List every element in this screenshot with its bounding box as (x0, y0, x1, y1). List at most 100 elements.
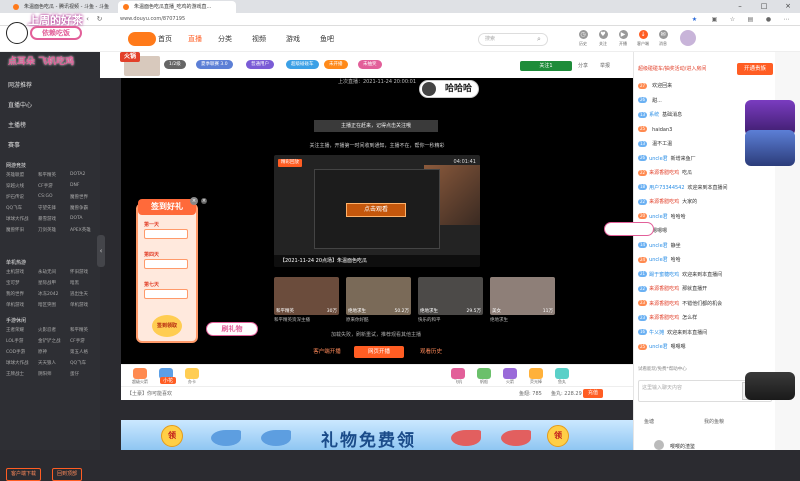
recommend-thumb[interactable]: 美女 11万 (490, 277, 555, 315)
sidebar-category-link[interactable]: 火影忍者 (38, 327, 56, 333)
open-noble-button[interactable]: 开通贵族 (737, 63, 773, 75)
chat-nickname[interactable]: uncle君 (649, 214, 668, 220)
favorites-icon[interactable]: ☆ (728, 15, 737, 24)
gift-item[interactable]: 荧光棒 (525, 368, 547, 385)
browser-tab-active[interactable]: 朱温面色吃瓜直播_吃鸡的游戏直... (118, 1, 236, 13)
sidebar-category-link[interactable]: 刀剑英雄 (38, 227, 56, 233)
gift-item[interactable]: 火箭 (499, 368, 521, 385)
message-button[interactable]: ✉ 消息 (654, 30, 672, 47)
sidebar-category-link[interactable]: CS:GO (38, 194, 53, 199)
sidebar-category-link[interactable]: 冰冻2042 (38, 291, 58, 297)
sidebar-category-link[interactable]: 星际战甲 (38, 280, 56, 286)
sidebar-category-link[interactable]: 穿越火线 (6, 183, 24, 189)
nav-video[interactable]: 视频 (252, 34, 266, 44)
back-to-top-button[interactable]: 回到顶部 (52, 468, 83, 481)
sidebar-category-link[interactable]: 炉石传说 (6, 194, 24, 200)
report-button[interactable]: 举报 (600, 62, 610, 69)
gift-item[interactable]: 超级火箭 (129, 368, 151, 385)
close-popup-icon[interactable]: × (201, 198, 207, 204)
fish-food-tab[interactable]: 我的鱼粮 (704, 418, 724, 425)
nav-home[interactable]: 首页 (158, 34, 172, 44)
sidebar-category-link[interactable]: 王牌战士 (6, 371, 24, 377)
profile-icon[interactable]: ● (764, 15, 773, 24)
client-live-button[interactable]: 客户端开播 (307, 346, 347, 358)
sidebar-category-link[interactable]: 王者荣耀 (6, 327, 24, 333)
sidebar-category-link[interactable]: 永劫无间 (38, 269, 56, 275)
sidebar-category-link[interactable]: 球球大作战 (6, 216, 29, 222)
fish-pond-tab[interactable]: 鱼塘 (644, 418, 654, 425)
sidebar-category-link[interactable]: 和平精英 (70, 327, 88, 333)
play-button[interactable]: 点击观看 (346, 203, 406, 217)
sidebar-category-link[interactable]: LOL手游 (6, 338, 23, 344)
chat-nickname[interactable]: 来源香腊吃鸡 (649, 170, 679, 176)
sidebar-category-link[interactable]: 单机游戏 (6, 302, 24, 308)
sidebar-category-link[interactable]: 暗区突围 (38, 302, 56, 308)
sidebar-item-esports[interactable]: 赛事 (8, 140, 20, 149)
sidebar-category-link[interactable]: 蛋仔 (70, 371, 79, 377)
promo-banner[interactable]: 领 礼物免费领 领 (121, 420, 633, 450)
refresh-icon[interactable]: ↻ (94, 14, 105, 25)
sidebar-category-link[interactable]: 球球大作战 (6, 360, 29, 366)
follow-button[interactable]: ♥ 关注 (594, 30, 612, 47)
replay-video-card[interactable]: 精彩回放 04:01:41 点击观看 【2021-11-24 20点场】朱温面色… (274, 155, 480, 267)
nav-game[interactable]: 游戏 (286, 34, 300, 44)
sidebar-category-link[interactable]: CF手游 (38, 183, 53, 189)
recharge-button[interactable]: 充值 (583, 389, 603, 398)
signin-claim-button[interactable]: 签到领取 (152, 315, 182, 337)
sidebar-category-link[interactable]: 宝可梦 (6, 280, 20, 286)
chat-nickname[interactable]: 牛乂摊 (649, 330, 664, 336)
sidebar-category-link[interactable]: 怀旧游戏 (70, 269, 88, 275)
recommend-thumb[interactable]: 绝地求生 29.5万 (418, 277, 483, 315)
lottery-badge[interactable]: 未抽奖 (358, 60, 382, 69)
chat-nickname[interactable]: uncle君 (649, 156, 668, 162)
web-live-button[interactable]: 网页开播 (354, 346, 404, 358)
sidebar-category-link[interactable]: 英雄联盟 (6, 172, 24, 178)
more-icon[interactable]: ⋯ (782, 15, 791, 24)
avatar[interactable] (680, 30, 696, 46)
chat-nickname[interactable]: 系统 (649, 112, 659, 118)
chat-nickname[interactable]: 来源香腊吃鸡 (649, 286, 679, 292)
site-logo[interactable] (128, 32, 156, 46)
chat-nickname[interactable]: uncle君 (649, 243, 668, 249)
search-icon[interactable]: ⌕ (537, 35, 541, 44)
extension-icon[interactable]: ▣ (710, 15, 719, 24)
signin-gift-popup[interactable]: 签到好礼 第一天 第四天 第七天 签到领取 × (136, 197, 198, 343)
collections-icon[interactable]: ▤ (746, 15, 755, 24)
back-icon[interactable]: ‹ (82, 14, 93, 25)
recommend-thumb[interactable]: 和平精英 30万 (274, 277, 339, 315)
chat-nickname[interactable]: 来源香腊吃鸡 (649, 315, 679, 321)
sidebar-category-link[interactable]: 魔兽世界 (70, 194, 88, 200)
chat-nickname[interactable]: uncle君 (649, 344, 668, 350)
nav-fishbar[interactable]: 鱼吧 (320, 34, 334, 44)
chat-nickname[interactable]: 来源香腊吃鸡 (649, 301, 679, 307)
sidebar-category-link[interactable]: 阴阳师 (38, 371, 52, 377)
share-button[interactable]: 分享 (578, 62, 588, 69)
sidebar-category-link[interactable]: QQ飞车 (6, 205, 22, 211)
sidebar-category-link[interactable]: 暗黑 (70, 280, 79, 286)
sidebar-collapse-handle[interactable]: ‹ (97, 235, 105, 267)
gift-item[interactable]: 帆船 (473, 368, 495, 385)
chat-nickname[interactable]: 来源香腊吃鸡 (649, 199, 679, 205)
sidebar-category-link[interactable]: COD手游 (6, 349, 25, 355)
close-icon[interactable]: × (776, 0, 800, 13)
gift-item[interactable]: 飞机 (447, 368, 469, 385)
nav-live[interactable]: 直播 (188, 34, 202, 44)
sidebar-category-link[interactable]: 单机游戏 (70, 302, 88, 308)
sidebar-category-link[interactable]: 魔兽争霸 (70, 205, 88, 211)
nav-category[interactable]: 分类 (218, 34, 232, 44)
gift-item[interactable]: 办卡 (181, 368, 203, 385)
client-button[interactable]: ↓ 客户端 (634, 30, 652, 47)
chat-nickname[interactable]: 用户73344542 (649, 185, 684, 191)
history-button[interactable]: ◷ 历史 (574, 30, 592, 47)
claim-coin-right[interactable]: 领 (547, 425, 569, 447)
sidebar-category-link[interactable]: 暴雪游戏 (38, 216, 56, 222)
sidebar-item-rank[interactable]: 主播榜 (8, 120, 26, 129)
sidebar-category-link[interactable]: DOTA (70, 216, 83, 221)
sidebar-category-link[interactable]: 我的世界 (6, 291, 24, 297)
history-live-button[interactable]: 观看历史 (411, 346, 451, 358)
sidebar-category-link[interactable]: QQ飞车 (70, 360, 86, 366)
sidebar-category-link[interactable]: 魔兽怀旧 (6, 227, 24, 233)
close-icon[interactable]: × (190, 197, 198, 205)
user-badge[interactable]: 普通用户 (246, 60, 274, 69)
bumper-badge[interactable]: 超级碰碰车 (286, 60, 319, 69)
